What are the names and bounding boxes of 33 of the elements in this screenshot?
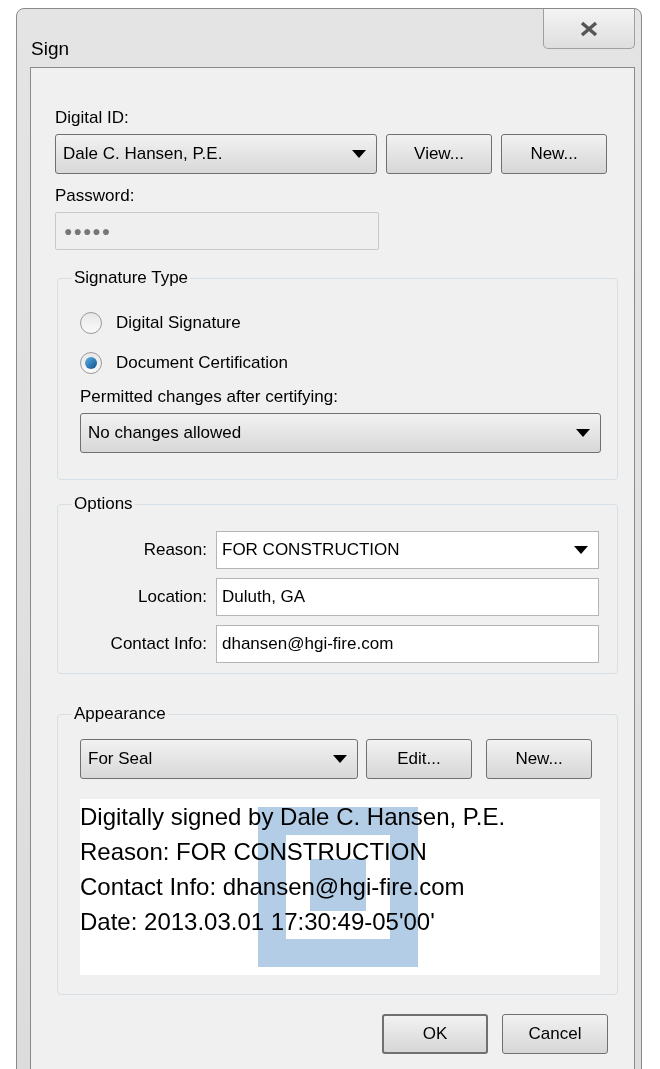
dialog-button[interactable]: New...: [486, 739, 592, 779]
field-label: Permitted changes after certifying:: [80, 386, 339, 408]
caret-icon: [574, 546, 588, 554]
field-label: Digital ID:: [55, 107, 130, 129]
digital-id-dropdown[interactable]: Dale C. Hansen, P.E.: [55, 134, 377, 174]
permitted-changes-dropdown[interactable]: No changes allowed: [80, 413, 601, 453]
dialog-button[interactable]: New...: [501, 134, 607, 174]
text-field[interactable]: dhansen@hgi-fire.com: [216, 625, 599, 663]
preview-text: Reason: FOR CONSTRUCTION: [80, 837, 428, 867]
preview-text: Date: 2013.03.01 17:30:49-05'00': [80, 907, 436, 937]
cancel-button[interactable]: Cancel: [502, 1014, 608, 1054]
ok-button[interactable]: OK: [382, 1014, 488, 1054]
radio-button[interactable]: [80, 312, 102, 334]
field-label: Password:: [55, 185, 136, 207]
radio-button[interactable]: [80, 352, 102, 374]
field-label: Contact Info:: [109, 633, 208, 656]
close-button[interactable]: [543, 9, 635, 49]
caret-icon: [352, 150, 366, 158]
radio-label: Digital Signature: [116, 312, 241, 335]
window-title: Sign: [31, 37, 70, 61]
preview-text: Contact Info: dhansen@hgi-fire.com: [80, 872, 466, 902]
caret-icon: [576, 429, 590, 437]
reason-dropdown[interactable]: FOR CONSTRUCTION: [216, 531, 599, 569]
caret-icon: [333, 755, 347, 763]
field-label: Location:: [137, 586, 208, 609]
field-label: Reason:: [142, 539, 208, 562]
close-icon: [579, 20, 599, 37]
dialog-button[interactable]: Edit...: [366, 739, 472, 779]
text-field[interactable]: Duluth, GA: [216, 578, 599, 616]
radio-label: Document Certification: [116, 352, 288, 375]
appearance-dropdown[interactable]: For Seal: [80, 739, 358, 779]
dialog-button[interactable]: View...: [386, 134, 492, 174]
preview-text: Digitally signed by Dale C. Hansen, P.E.: [80, 802, 507, 832]
